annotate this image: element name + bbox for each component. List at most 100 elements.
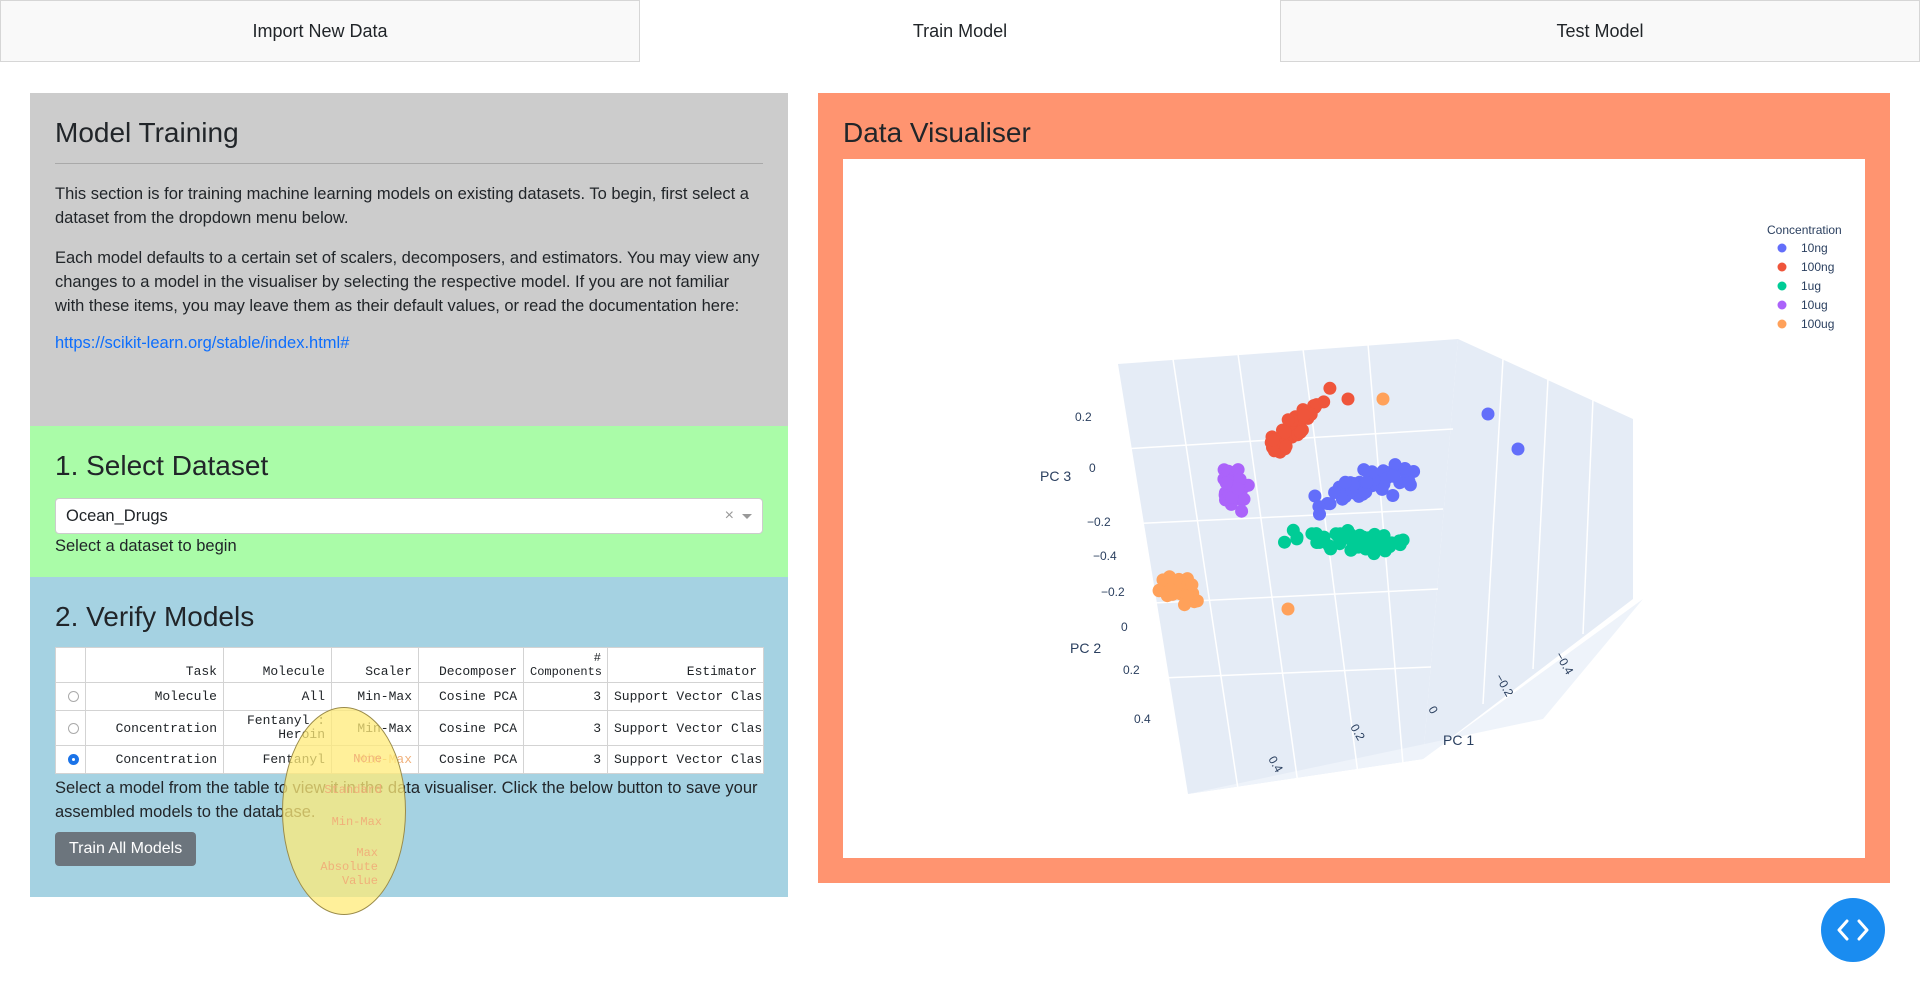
scatter-point[interactable] xyxy=(1398,462,1412,475)
legend-item[interactable]: 10ug xyxy=(1801,298,1828,312)
scatter-point[interactable] xyxy=(1293,425,1307,439)
scatter-point[interactable] xyxy=(1344,543,1358,557)
table-cell[interactable]: Support Vector Classif xyxy=(607,710,764,746)
table-cell[interactable]: 3 xyxy=(523,710,608,746)
table-cell[interactable]: Cosine PCA xyxy=(418,682,524,711)
scatter-point[interactable] xyxy=(1281,413,1295,427)
code-icon xyxy=(1837,919,1869,941)
scatter-point[interactable] xyxy=(1290,532,1304,546)
table-cell[interactable]: 3 xyxy=(523,745,608,774)
scatter-point[interactable] xyxy=(1313,507,1326,521)
column-header[interactable]: Molecule xyxy=(223,647,332,683)
scatter-point[interactable] xyxy=(1281,602,1295,616)
scatter-point[interactable] xyxy=(1266,433,1280,447)
table-cell[interactable]: Concentration xyxy=(85,745,224,774)
table-cell[interactable]: Molecule xyxy=(85,682,224,711)
table-row-selected[interactable]: Concentration Fentanyl Min-Max Cosine PC… xyxy=(55,745,764,774)
column-header[interactable]: # Components xyxy=(523,647,608,683)
scatter-point[interactable] xyxy=(1219,476,1233,490)
tab-train-model[interactable]: Train Model xyxy=(640,0,1280,62)
y-axis-title: PC 2 xyxy=(1070,640,1101,656)
scaler-option[interactable]: Min-Max xyxy=(302,815,382,829)
legend-marker xyxy=(1777,262,1787,272)
data-visualiser-title: Data Visualiser xyxy=(843,117,1031,148)
column-header-select xyxy=(55,647,86,683)
training-description-1: This section is for training machine lea… xyxy=(55,185,749,227)
scatter-point[interactable] xyxy=(1278,535,1291,549)
table-cell[interactable]: Cosine PCA xyxy=(418,745,524,774)
scatter-point[interactable] xyxy=(1178,598,1191,612)
table-cell[interactable]: All xyxy=(223,682,332,711)
row-select-cell[interactable] xyxy=(55,682,86,711)
table-cell[interactable]: Support Vector Classif xyxy=(607,682,764,711)
legend-title: Concentration xyxy=(1767,223,1842,237)
legend-item[interactable]: 10ng xyxy=(1801,241,1828,255)
column-header[interactable]: Decomposer xyxy=(418,647,524,683)
verify-models-section: 2. Verify Models Task Molecule Scaler De… xyxy=(30,577,788,897)
scatter-point[interactable] xyxy=(1279,439,1293,453)
scatter-point[interactable] xyxy=(1481,407,1495,421)
plot-svg[interactable]: PC 3 PC 2 PC 1 0.2 0 −0.2 −0.4 −0.2 0 0.… xyxy=(843,159,1865,858)
z-tick: −0.4 xyxy=(1093,549,1117,563)
table-row[interactable]: Concentration Fentanyl : Heroin Min-Max … xyxy=(55,710,764,746)
table-cell[interactable]: 3 xyxy=(523,682,608,711)
row-select-cell[interactable] xyxy=(55,745,86,774)
dataset-selected-value: Ocean_Drugs xyxy=(66,506,168,525)
y-tick: 0.2 xyxy=(1123,663,1140,677)
scatter-point[interactable] xyxy=(1297,408,1311,422)
scatter-point[interactable] xyxy=(1393,538,1407,552)
legend-item[interactable]: 100ng xyxy=(1801,260,1834,274)
scatter-point[interactable] xyxy=(1511,442,1525,456)
scatter-point[interactable] xyxy=(1231,482,1245,496)
table-cell[interactable]: Support Vector Classif xyxy=(607,745,764,774)
column-header[interactable]: Task xyxy=(85,647,224,683)
scatter-point[interactable] xyxy=(1163,570,1176,584)
tab-import-new-data[interactable]: Import New Data xyxy=(0,0,640,62)
scatter-point[interactable] xyxy=(1333,537,1347,551)
scatter-point[interactable] xyxy=(1323,497,1337,511)
verify-models-title: 2. Verify Models xyxy=(55,601,255,632)
table-cell[interactable]: Concentration xyxy=(85,710,224,746)
legend-item[interactable]: 1ug xyxy=(1801,279,1821,293)
scatter-point[interactable] xyxy=(1185,578,1199,592)
row-radio[interactable] xyxy=(68,722,79,734)
scatter-point[interactable] xyxy=(1312,535,1326,549)
train-all-models-button[interactable]: Train All Models xyxy=(55,832,197,866)
scatter-point[interactable] xyxy=(1341,392,1355,406)
column-header[interactable]: Estimator xyxy=(607,647,764,683)
scaler-option[interactable]: None xyxy=(302,752,382,766)
legend-marker xyxy=(1777,243,1787,253)
chevron-down-icon[interactable] xyxy=(742,514,752,519)
row-radio[interactable] xyxy=(68,691,79,703)
scatter-point[interactable] xyxy=(1323,381,1337,395)
scatter-point[interactable] xyxy=(1376,392,1390,406)
select-dataset-title: 1. Select Dataset xyxy=(55,450,269,481)
table-row[interactable]: Molecule All Min-Max Cosine PCA 3 Suppor… xyxy=(55,682,764,711)
scikit-learn-docs-link[interactable]: https://scikit-learn.org/stable/index.ht… xyxy=(55,334,349,352)
scatter-point[interactable] xyxy=(1377,538,1390,552)
scatter-point[interactable] xyxy=(1386,469,1400,483)
code-toggle-button[interactable] xyxy=(1821,898,1885,962)
row-radio-selected[interactable] xyxy=(68,754,79,766)
table-cell[interactable]: Cosine PCA xyxy=(418,710,524,746)
scaler-option[interactable]: Standard xyxy=(302,783,382,797)
scaler-option[interactable]: Max Absolute Value xyxy=(302,846,378,888)
scatter-point[interactable] xyxy=(1357,533,1371,547)
tab-test-model[interactable]: Test Model xyxy=(1280,0,1920,62)
training-description-2: Each model defaults to a certain set of … xyxy=(55,249,760,315)
clear-icon[interactable]: × xyxy=(725,507,734,525)
y-tick: 0 xyxy=(1121,620,1128,634)
scatter-3d-plot[interactable]: PC 3 PC 2 PC 1 0.2 0 −0.2 −0.4 −0.2 0 0.… xyxy=(843,159,1865,858)
column-header[interactable]: Scaler xyxy=(331,647,419,683)
data-visualiser-panel: Data Visualiser PC 3 PC 2 PC 1 0.2 0 −0.… xyxy=(818,93,1890,883)
scatter-point[interactable] xyxy=(1235,504,1249,518)
dataset-dropdown[interactable]: Ocean_Drugs × xyxy=(55,498,763,534)
legend-item[interactable]: 100ug xyxy=(1801,317,1834,331)
model-training-section: Model Training This section is for train… xyxy=(30,93,788,426)
scatter-point[interactable] xyxy=(1152,584,1166,598)
row-select-cell[interactable] xyxy=(55,710,86,746)
scatter-point[interactable] xyxy=(1338,475,1352,489)
scatter-point[interactable] xyxy=(1164,583,1177,596)
scatter-point[interactable] xyxy=(1278,425,1292,439)
scatter-point[interactable] xyxy=(1360,476,1374,489)
